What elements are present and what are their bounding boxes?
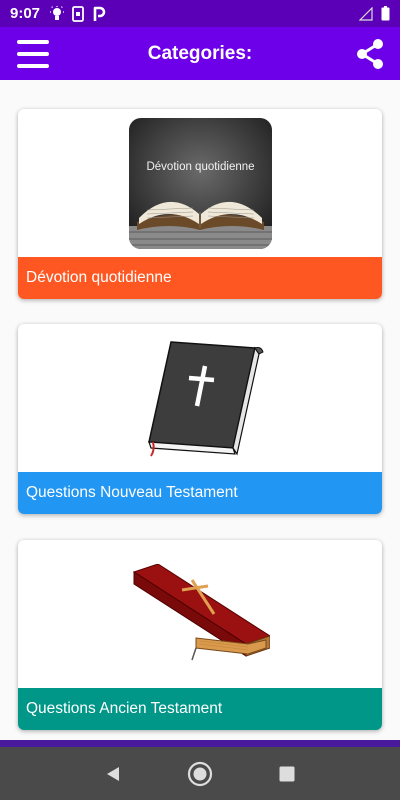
image-caption: Dévotion quotidienne [146,161,254,173]
status-icons-left [50,5,106,22]
open-bible-image: Dévotion quotidienne [128,117,272,249]
recents-button[interactable] [272,759,302,789]
system-nav-bar [0,747,400,800]
category-label: Questions Ancien Testament [18,688,382,730]
red-bible-image [132,564,270,661]
category-list: Dévotion quotidienne Dévotion quotidienn… [0,80,400,740]
card-image-area: Dévotion quotidienne [18,109,382,257]
app-bar: Categories: [0,27,400,80]
home-icon [187,761,213,786]
signal-icon [359,6,373,21]
category-card-old-testament[interactable]: Questions Ancien Testament [18,540,382,730]
back-button[interactable] [98,759,128,789]
recents-icon [279,766,295,781]
category-label: Questions Nouveau Testament [18,472,382,514]
category-label: Dévotion quotidienne [18,257,382,299]
share-icon[interactable] [356,39,384,69]
page-title: Categories: [147,42,253,64]
lightbulb-icon [50,5,65,20]
card-image-area [18,324,382,472]
card-image-area [18,540,382,688]
status-time: 9:07 [10,5,41,22]
category-card-devotion[interactable]: Dévotion quotidienne Dévotion quotidienn… [18,109,382,299]
back-icon [107,766,120,781]
phone-screen-icon [72,5,84,22]
home-button[interactable] [185,759,215,789]
black-bible-image [148,341,264,457]
parking-icon [93,6,106,21]
category-card-new-testament[interactable]: Questions Nouveau Testament [18,324,382,514]
battery-icon [381,6,390,21]
hamburger-menu-icon[interactable] [17,40,49,68]
bottom-accent-bar [0,740,400,747]
status-bar: 9:07 [0,0,400,27]
status-icons-right [359,6,390,21]
